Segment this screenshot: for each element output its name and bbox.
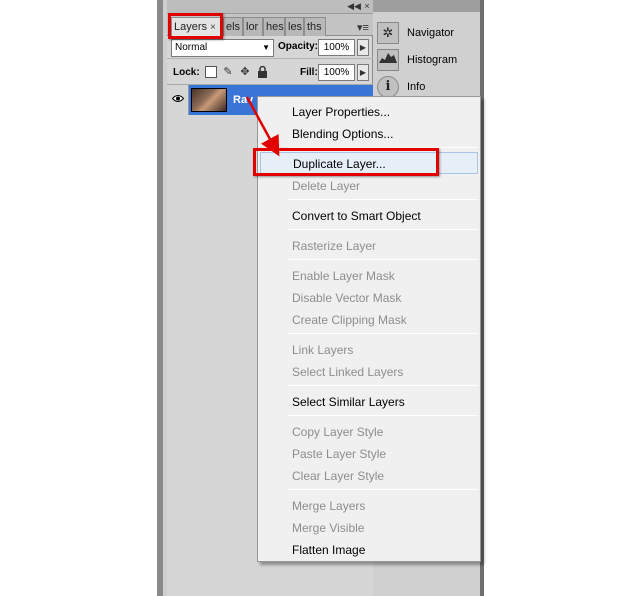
annotation-arrow [245,96,280,157]
